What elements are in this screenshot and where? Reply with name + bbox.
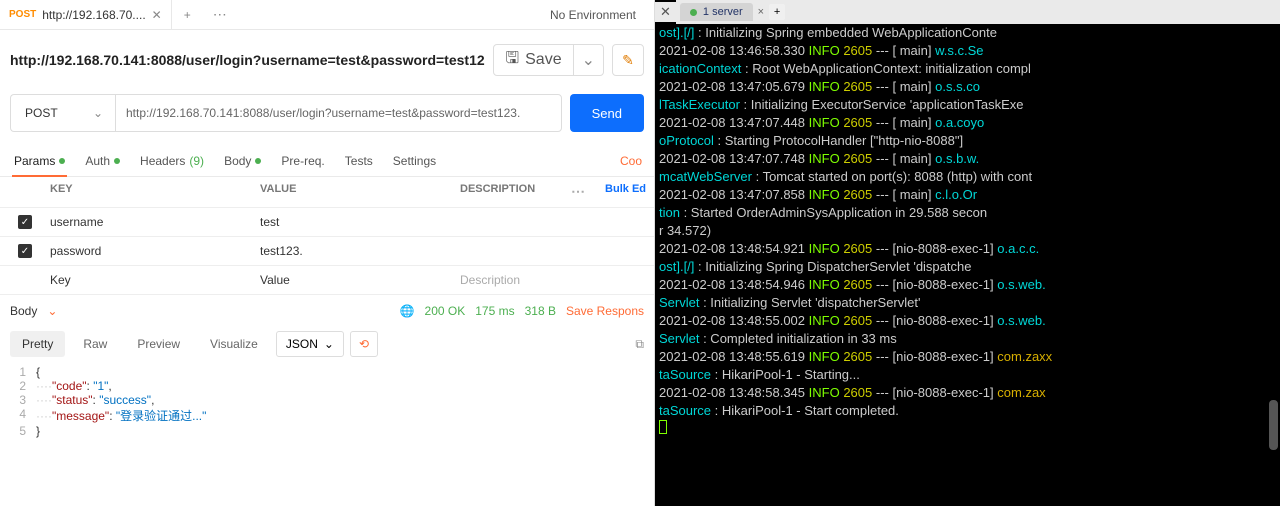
tab-body[interactable]: Body bbox=[222, 149, 263, 173]
param-value[interactable]: test123. bbox=[260, 244, 460, 258]
pretty-tab[interactable]: Pretty bbox=[10, 331, 65, 357]
save-icon: 🖫 bbox=[505, 47, 519, 74]
param-row-empty: Key Value Description bbox=[0, 266, 654, 295]
url-input[interactable]: http://192.168.70.141:8088/user/login?us… bbox=[115, 94, 562, 132]
edit-button[interactable]: ✎ bbox=[612, 44, 644, 76]
terminal-output[interactable]: ost].[/] : Initializing Spring embedded … bbox=[655, 24, 1280, 506]
save-dropdown[interactable]: ⌄ bbox=[574, 50, 603, 70]
scrollbar[interactable] bbox=[1269, 400, 1278, 450]
preview-tab[interactable]: Preview bbox=[125, 331, 192, 357]
visualize-tab[interactable]: Visualize bbox=[198, 331, 270, 357]
format-select[interactable]: JSON⌄ bbox=[276, 331, 344, 357]
tab-prereq[interactable]: Pre-req. bbox=[279, 149, 326, 173]
param-row: ✓ username test bbox=[0, 208, 654, 237]
checkbox[interactable]: ✓ bbox=[18, 215, 32, 229]
new-terminal-button[interactable]: + bbox=[769, 4, 785, 20]
bulk-edit-button[interactable]: Bulk Ed bbox=[597, 183, 654, 200]
close-icon[interactable]: ✕ bbox=[152, 8, 162, 22]
param-desc-input[interactable]: Description bbox=[460, 273, 654, 287]
more-icon[interactable]: ⋯ bbox=[559, 183, 597, 200]
new-tab-button[interactable]: + bbox=[172, 8, 203, 22]
status-code: 200 OK bbox=[425, 304, 466, 318]
globe-icon[interactable]: 🌐 bbox=[400, 304, 415, 318]
response-body-tab[interactable]: Body bbox=[10, 304, 37, 318]
param-key-input[interactable]: Key bbox=[50, 273, 260, 287]
response-time: 175 ms bbox=[475, 304, 514, 318]
copy-icon[interactable]: ⧉ bbox=[635, 337, 644, 352]
save-response-button[interactable]: Save Respons bbox=[566, 304, 644, 318]
param-key[interactable]: username bbox=[50, 215, 260, 229]
tab-title: http://192.168.70.... bbox=[42, 8, 145, 22]
request-tab[interactable]: POST http://192.168.70.... ✕ bbox=[0, 0, 172, 29]
param-value[interactable]: test bbox=[260, 215, 460, 229]
close-terminal-icon[interactable]: × bbox=[755, 6, 767, 18]
raw-tab[interactable]: Raw bbox=[71, 331, 119, 357]
col-desc: DESCRIPTION bbox=[460, 183, 559, 200]
tab-method: POST bbox=[9, 9, 36, 20]
status-dot-icon bbox=[690, 9, 697, 16]
param-key[interactable]: password bbox=[50, 244, 260, 258]
terminal-tab[interactable]: 1 server bbox=[680, 3, 753, 21]
cookies-link[interactable]: Coo bbox=[620, 154, 642, 168]
tab-settings[interactable]: Settings bbox=[391, 149, 438, 173]
tab-bar: POST http://192.168.70.... ✕ + ⋯ No Envi… bbox=[0, 0, 654, 30]
tab-tests[interactable]: Tests bbox=[343, 149, 375, 173]
chevron-down-icon[interactable]: ⌄ bbox=[47, 304, 57, 318]
tab-headers[interactable]: Headers(9) bbox=[138, 149, 206, 173]
tab-auth[interactable]: Auth bbox=[83, 149, 122, 173]
tab-params[interactable]: Params bbox=[12, 149, 67, 173]
response-size: 318 B bbox=[525, 304, 556, 318]
tab-menu-icon[interactable]: ⋯ bbox=[203, 6, 237, 23]
send-button[interactable]: Send bbox=[570, 94, 644, 132]
save-button[interactable]: 🖫Save ⌄ bbox=[493, 44, 604, 76]
environment-select[interactable]: No Environment bbox=[532, 8, 654, 22]
col-key: KEY bbox=[50, 183, 260, 200]
checkbox[interactable]: ✓ bbox=[18, 244, 32, 258]
request-name: http://192.168.70.141:8088/user/login?us… bbox=[10, 52, 485, 68]
col-value: VALUE bbox=[260, 183, 460, 200]
wrap-icon[interactable]: ⟲ bbox=[350, 331, 378, 357]
response-body[interactable]: 1{ 2····"code": "1", 3····"status": "suc… bbox=[0, 361, 654, 442]
chevron-down-icon: ⌄ bbox=[93, 106, 103, 120]
panel-close-icon[interactable]: ✕ bbox=[655, 2, 676, 22]
param-value-input[interactable]: Value bbox=[260, 273, 460, 287]
method-select[interactable]: POST ⌄ bbox=[10, 94, 115, 132]
param-row: ✓ password test123. bbox=[0, 237, 654, 266]
